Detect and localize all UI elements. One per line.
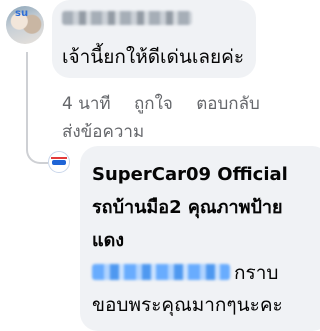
car-logo-icon: [52, 160, 66, 165]
page-avatar[interactable]: [48, 151, 70, 173]
avatar-text: su: [15, 8, 29, 19]
logo-stripe: [51, 157, 67, 159]
reply-text-line2: ขอบพระคุณมากๆนะคะ: [92, 294, 283, 316]
reply-button[interactable]: ตอบกลับ: [196, 94, 260, 114]
commenter-avatar[interactable]: su: [6, 6, 44, 44]
comment-bubble: เจ้านี้ยกให้ดีเด่นเลยค่ะ: [52, 0, 256, 78]
comment-actions: 4 นาที ถูกใจ ตอบกลับ: [62, 90, 278, 117]
comment-text: เจ้านี้ยกให้ดีเด่นเลยค่ะ: [62, 46, 245, 68]
reply-author-name[interactable]: SuperCar09 Official รถบ้านมือ2 คุณภาพป้า…: [92, 158, 292, 257]
send-message-button[interactable]: ส่งข้อความ: [62, 118, 144, 145]
mention-blurred[interactable]: [92, 264, 230, 280]
comment-time[interactable]: 4 นาที: [62, 94, 111, 114]
reply-bubble: SuperCar09 Official รถบ้านมือ2 คุณภาพป้า…: [80, 146, 320, 331]
commenter-name-blurred[interactable]: [62, 11, 192, 25]
like-button[interactable]: ถูกใจ: [134, 94, 173, 114]
reply-text-suffix: กราบ: [234, 262, 279, 284]
thread-connector: [26, 52, 48, 164]
